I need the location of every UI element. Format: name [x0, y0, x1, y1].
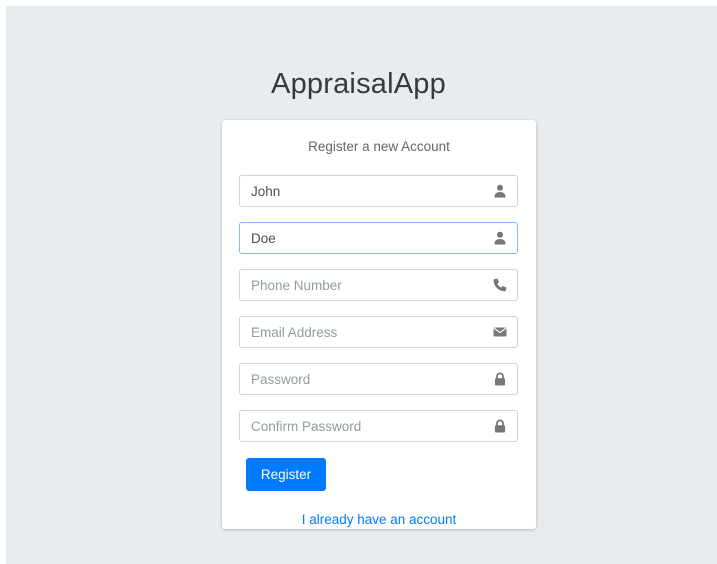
last-name-field-group [239, 222, 518, 254]
card-subtitle: Register a new Account [308, 139, 450, 154]
app-title: AppraisalApp [271, 68, 446, 100]
user-icon [493, 184, 507, 198]
first-name-input[interactable] [240, 176, 480, 206]
phone-icon [493, 278, 507, 292]
envelope-icon [493, 325, 507, 339]
phone-field-group [239, 269, 518, 301]
last-name-input[interactable] [240, 223, 480, 253]
email-input[interactable] [240, 317, 480, 347]
register-card: Register a new Account John Doe Phone Nu… [222, 120, 536, 529]
password-field-group [239, 363, 518, 395]
first-name-field-group [239, 175, 518, 207]
phone-input[interactable] [240, 270, 480, 300]
lock-icon [493, 419, 507, 433]
already-have-account-link[interactable]: I already have an account [222, 512, 536, 527]
lock-icon [493, 372, 507, 386]
user-icon [493, 231, 507, 245]
password-input[interactable] [240, 364, 480, 394]
confirm-password-input[interactable] [240, 411, 480, 441]
email-field-group [239, 316, 518, 348]
register-button[interactable]: Register [246, 458, 326, 491]
confirm-password-field-group [239, 410, 518, 442]
